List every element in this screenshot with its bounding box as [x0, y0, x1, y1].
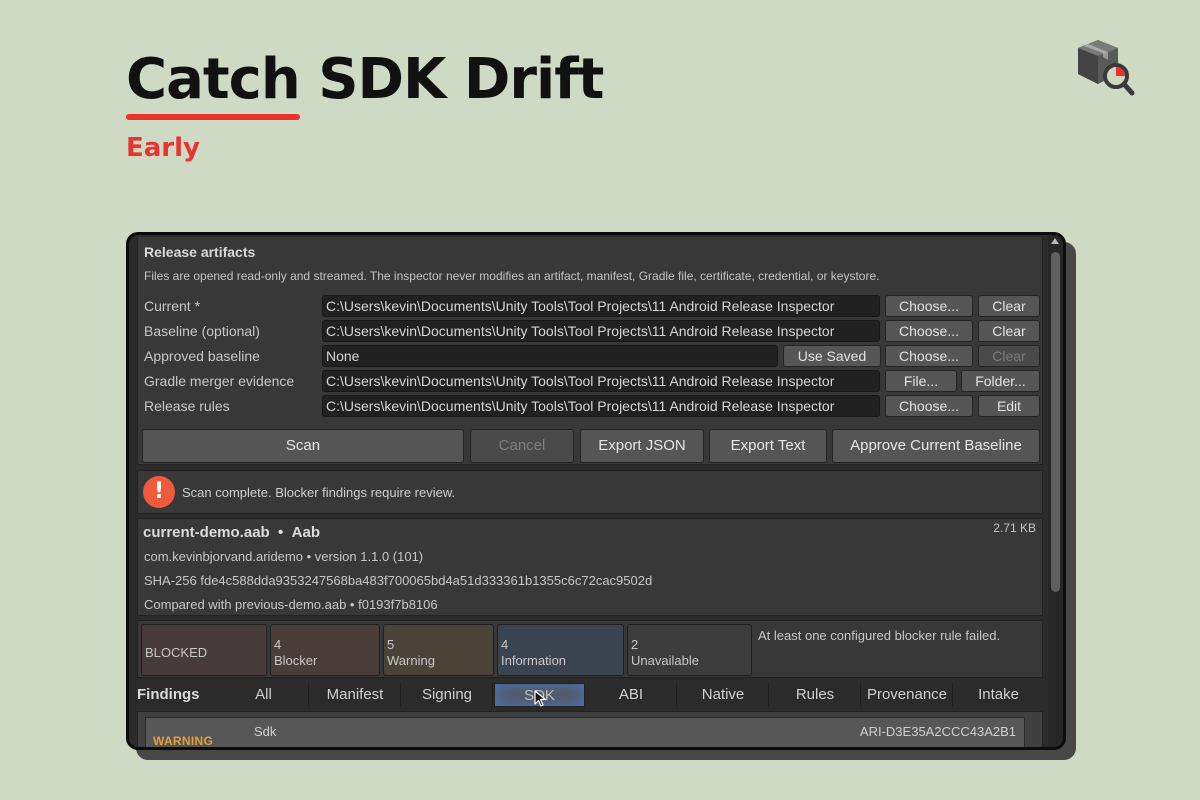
- unavailable-card[interactable]: 2 Unavailable: [627, 624, 752, 676]
- unavailable-count: 2: [631, 637, 639, 652]
- use-saved-button[interactable]: Use Saved: [783, 345, 881, 367]
- compared-with: Compared with previous-demo.aab • f0193f…: [144, 597, 438, 612]
- cancel-button[interactable]: Cancel: [470, 429, 574, 463]
- mouse-cursor-icon: [534, 690, 547, 707]
- current-path-field[interactable]: C:\Users\kevin\Documents\Unity Tools\Too…: [322, 295, 880, 317]
- row-release-rules: Release rules C:\Users\kevin\Documents\U…: [144, 395, 1040, 417]
- warning-label: Warning: [387, 653, 435, 668]
- choose-approved-button[interactable]: Choose...: [885, 345, 973, 367]
- choose-folder-button[interactable]: Folder...: [961, 370, 1040, 392]
- blocker-card[interactable]: 4 Blocker: [270, 624, 380, 676]
- inspector-window: Release artifacts Files are opened read-…: [126, 232, 1066, 750]
- choose-file-button[interactable]: File...: [885, 370, 957, 392]
- hero-subtitle: Early: [126, 133, 200, 163]
- tab-manifest[interactable]: Manifest: [310, 683, 401, 707]
- blocker-label: Blocker: [274, 653, 318, 668]
- findings-list: WARNING Sdk ARI-D3E35A2CCC43A2B1: [137, 711, 1043, 748]
- tab-all[interactable]: All: [219, 683, 309, 707]
- row-current: Current * C:\Users\kevin\Documents\Unity…: [144, 295, 1040, 317]
- artifact-name: current-demo.aab: [143, 524, 270, 541]
- information-label: Information: [501, 653, 567, 668]
- section-title: Release artifacts: [144, 244, 256, 260]
- verdict-label: BLOCKED: [145, 645, 208, 660]
- finding-severity: WARNING: [153, 734, 214, 748]
- field-label: Current *: [144, 298, 201, 314]
- package-search-icon: [1078, 40, 1135, 96]
- field-label: Gradle merger evidence: [144, 373, 295, 389]
- finding-row[interactable]: WARNING Sdk ARI-D3E35A2CCC43A2B1: [145, 717, 1025, 748]
- finding-id: ARI-D3E35A2CCC43A2B1: [859, 724, 1016, 739]
- choose-current-button[interactable]: Choose...: [885, 295, 973, 317]
- tab-provenance[interactable]: Provenance: [862, 683, 953, 707]
- artifact-size: 2.71 KB: [993, 521, 1036, 535]
- information-count: 4: [501, 637, 509, 652]
- gradle-evidence-field[interactable]: C:\Users\kevin\Documents\Unity Tools\Too…: [322, 370, 880, 392]
- release-artifacts-panel: Release artifacts Files are opened read-…: [137, 237, 1043, 465]
- field-label: Baseline (optional): [144, 323, 260, 339]
- baseline-path-field[interactable]: C:\Users\kevin\Documents\Unity Tools\Too…: [322, 320, 880, 342]
- summary-note: At least one configured blocker rule fai…: [758, 628, 1001, 643]
- scroll-up-icon[interactable]: [1051, 238, 1059, 244]
- warning-count: 5: [387, 637, 395, 652]
- approve-baseline-button[interactable]: Approve Current Baseline: [832, 429, 1040, 463]
- row-gradle-evidence: Gradle merger evidence C:\Users\kevin\Do…: [144, 370, 1040, 392]
- unavailable-label: Unavailable: [631, 653, 699, 668]
- hero-title-underlined: Catch: [126, 47, 301, 120]
- sha256-hash: SHA-256 fde4c588dda9353247568ba483f70006…: [144, 573, 653, 588]
- warning-card[interactable]: 5 Warning: [383, 624, 494, 676]
- artifact-info-panel: current-demo.aab • Aab 2.71 KB com.kevin…: [137, 518, 1043, 616]
- blocker-count: 4: [274, 637, 282, 652]
- separator: •: [278, 524, 284, 541]
- release-rules-field[interactable]: C:\Users\kevin\Documents\Unity Tools\Too…: [322, 395, 880, 417]
- hero-title: Catch SDK Drift: [126, 47, 604, 120]
- information-card[interactable]: 4 Information: [497, 624, 624, 676]
- artifact-format: Aab: [291, 524, 320, 541]
- status-panel: ! Scan complete. Blocker findings requir…: [137, 470, 1043, 514]
- clear-approved-button[interactable]: Clear: [978, 345, 1040, 367]
- export-text-button[interactable]: Export Text: [709, 429, 827, 463]
- summary-panel: BLOCKED 4 Blocker 5 Warning 4 Informatio…: [137, 620, 1043, 678]
- package-version: com.kevinbjorvand.aridemo • version 1.1.…: [144, 549, 424, 564]
- clear-baseline-button[interactable]: Clear: [978, 320, 1040, 342]
- clear-current-button[interactable]: Clear: [978, 295, 1040, 317]
- field-label: Release rules: [144, 398, 230, 414]
- choose-rules-button[interactable]: Choose...: [885, 395, 973, 417]
- row-approved-baseline: Approved baseline None Use Saved Choose.…: [144, 345, 1040, 367]
- artifact-name-line: current-demo.aab • Aab: [143, 524, 320, 541]
- scan-button[interactable]: Scan: [142, 429, 464, 463]
- section-note: Files are opened read-only and streamed.…: [144, 269, 880, 283]
- findings-label: Findings: [137, 686, 200, 703]
- tab-rules[interactable]: Rules: [770, 683, 861, 707]
- tab-intake[interactable]: Intake: [954, 683, 1043, 707]
- row-baseline: Baseline (optional) C:\Users\kevin\Docum…: [144, 320, 1040, 342]
- alert-icon: !: [143, 476, 175, 508]
- choose-baseline-button[interactable]: Choose...: [885, 320, 973, 342]
- export-json-button[interactable]: Export JSON: [580, 429, 704, 463]
- approved-baseline-field[interactable]: None: [322, 345, 778, 367]
- findings-tabbar: Findings All Manifest Signing SDK ABI Na…: [137, 683, 1043, 707]
- finding-category: Sdk: [254, 724, 277, 739]
- action-bar: Scan Cancel Export JSON Export Text Appr…: [142, 429, 1040, 463]
- vertical-scrollbar[interactable]: [1048, 235, 1063, 747]
- tab-signing[interactable]: Signing: [402, 683, 493, 707]
- tab-native[interactable]: Native: [678, 683, 769, 707]
- status-message: Scan complete. Blocker findings require …: [182, 485, 456, 500]
- tab-abi[interactable]: ABI: [586, 683, 677, 707]
- hero-title-rest: SDK Drift: [318, 47, 604, 112]
- edit-rules-button[interactable]: Edit: [978, 395, 1040, 417]
- verdict-card: BLOCKED: [141, 624, 267, 676]
- field-label: Approved baseline: [144, 348, 260, 364]
- scroll-thumb[interactable]: [1051, 252, 1060, 592]
